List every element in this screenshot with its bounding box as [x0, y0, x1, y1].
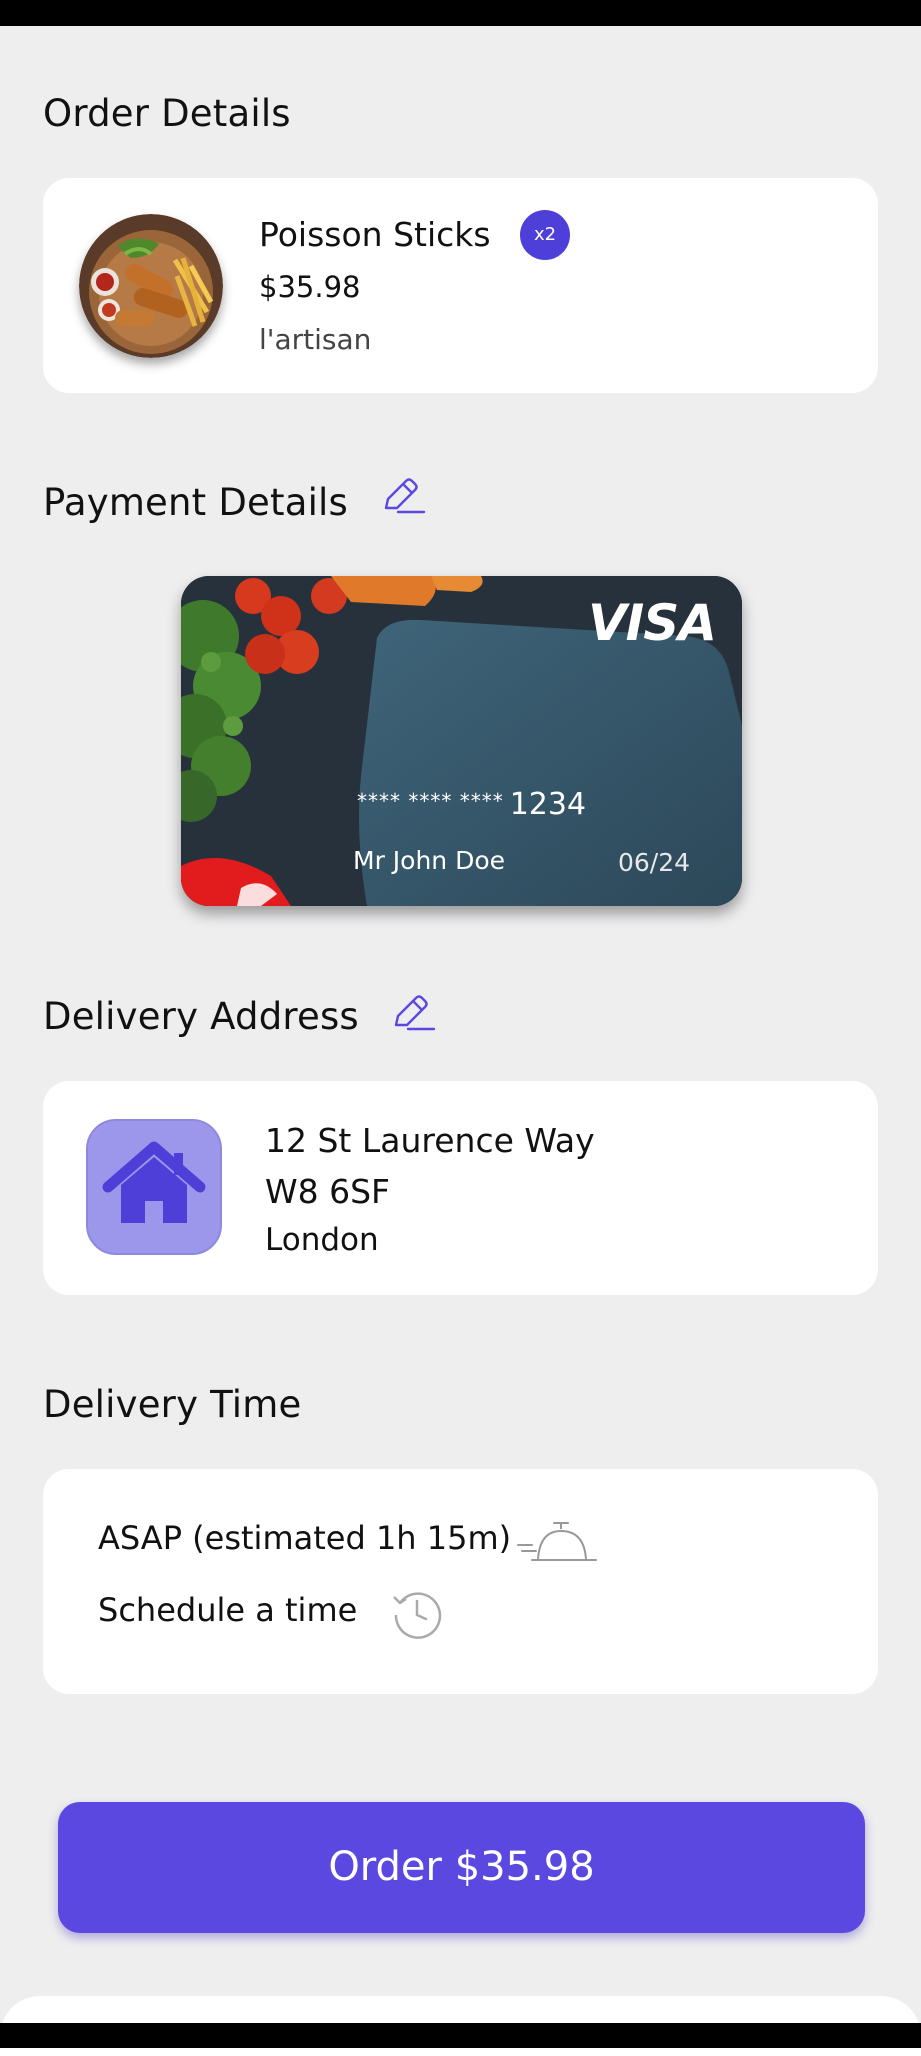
asap-option[interactable]: ASAP (estimated 1h 15m) [98, 1519, 511, 1557]
payment-card[interactable]: VISA **** **** **** 1234 Mr John Doe 06/2… [181, 576, 742, 906]
quantity-badge: x2 [520, 210, 570, 260]
order-item-card[interactable]: Poisson Sticks x2 $35.98 l'artisan [43, 178, 878, 393]
restaurant-name: l'artisan [259, 323, 372, 356]
item-price: $35.98 [259, 270, 361, 304]
history-clock-icon [393, 1592, 442, 1639]
pencil-icon[interactable] [390, 993, 436, 1033]
status-bar [0, 0, 921, 26]
card-number: **** **** **** 1234 [357, 787, 586, 822]
card-number-mask: **** **** **** [357, 789, 504, 813]
order-button[interactable]: Order $35.98 [58, 1802, 865, 1933]
address-city: London [265, 1222, 379, 1258]
food-image [79, 214, 223, 358]
schedule-time-option[interactable]: Schedule a time [98, 1591, 357, 1629]
system-nav-bar [0, 2023, 921, 2048]
item-name: Poisson Sticks [259, 215, 491, 254]
pencil-icon[interactable] [380, 476, 426, 516]
delivery-address-card[interactable]: 12 St Laurence Way W8 6SF London [43, 1081, 878, 1295]
home-icon [102, 1141, 206, 1223]
cloche-icon [517, 1522, 597, 1561]
address-street: 12 St Laurence Way [265, 1121, 595, 1160]
delivery-time-card: ASAP (estimated 1h 15m) Schedule a time [43, 1469, 878, 1694]
address-postcode: W8 6SF [265, 1172, 391, 1211]
home-icon-tile [86, 1119, 222, 1255]
card-last-four: 1234 [509, 787, 587, 822]
visa-logo: VISA [587, 594, 717, 652]
delivery-time-title: Delivery Time [43, 1383, 302, 1426]
payment-details-title: Payment Details [43, 481, 349, 524]
card-expiry: 06/24 [618, 848, 691, 877]
order-details-title: Order Details [43, 92, 291, 135]
delivery-address-title: Delivery Address [43, 995, 359, 1038]
card-holder-name: Mr John Doe [353, 846, 506, 875]
